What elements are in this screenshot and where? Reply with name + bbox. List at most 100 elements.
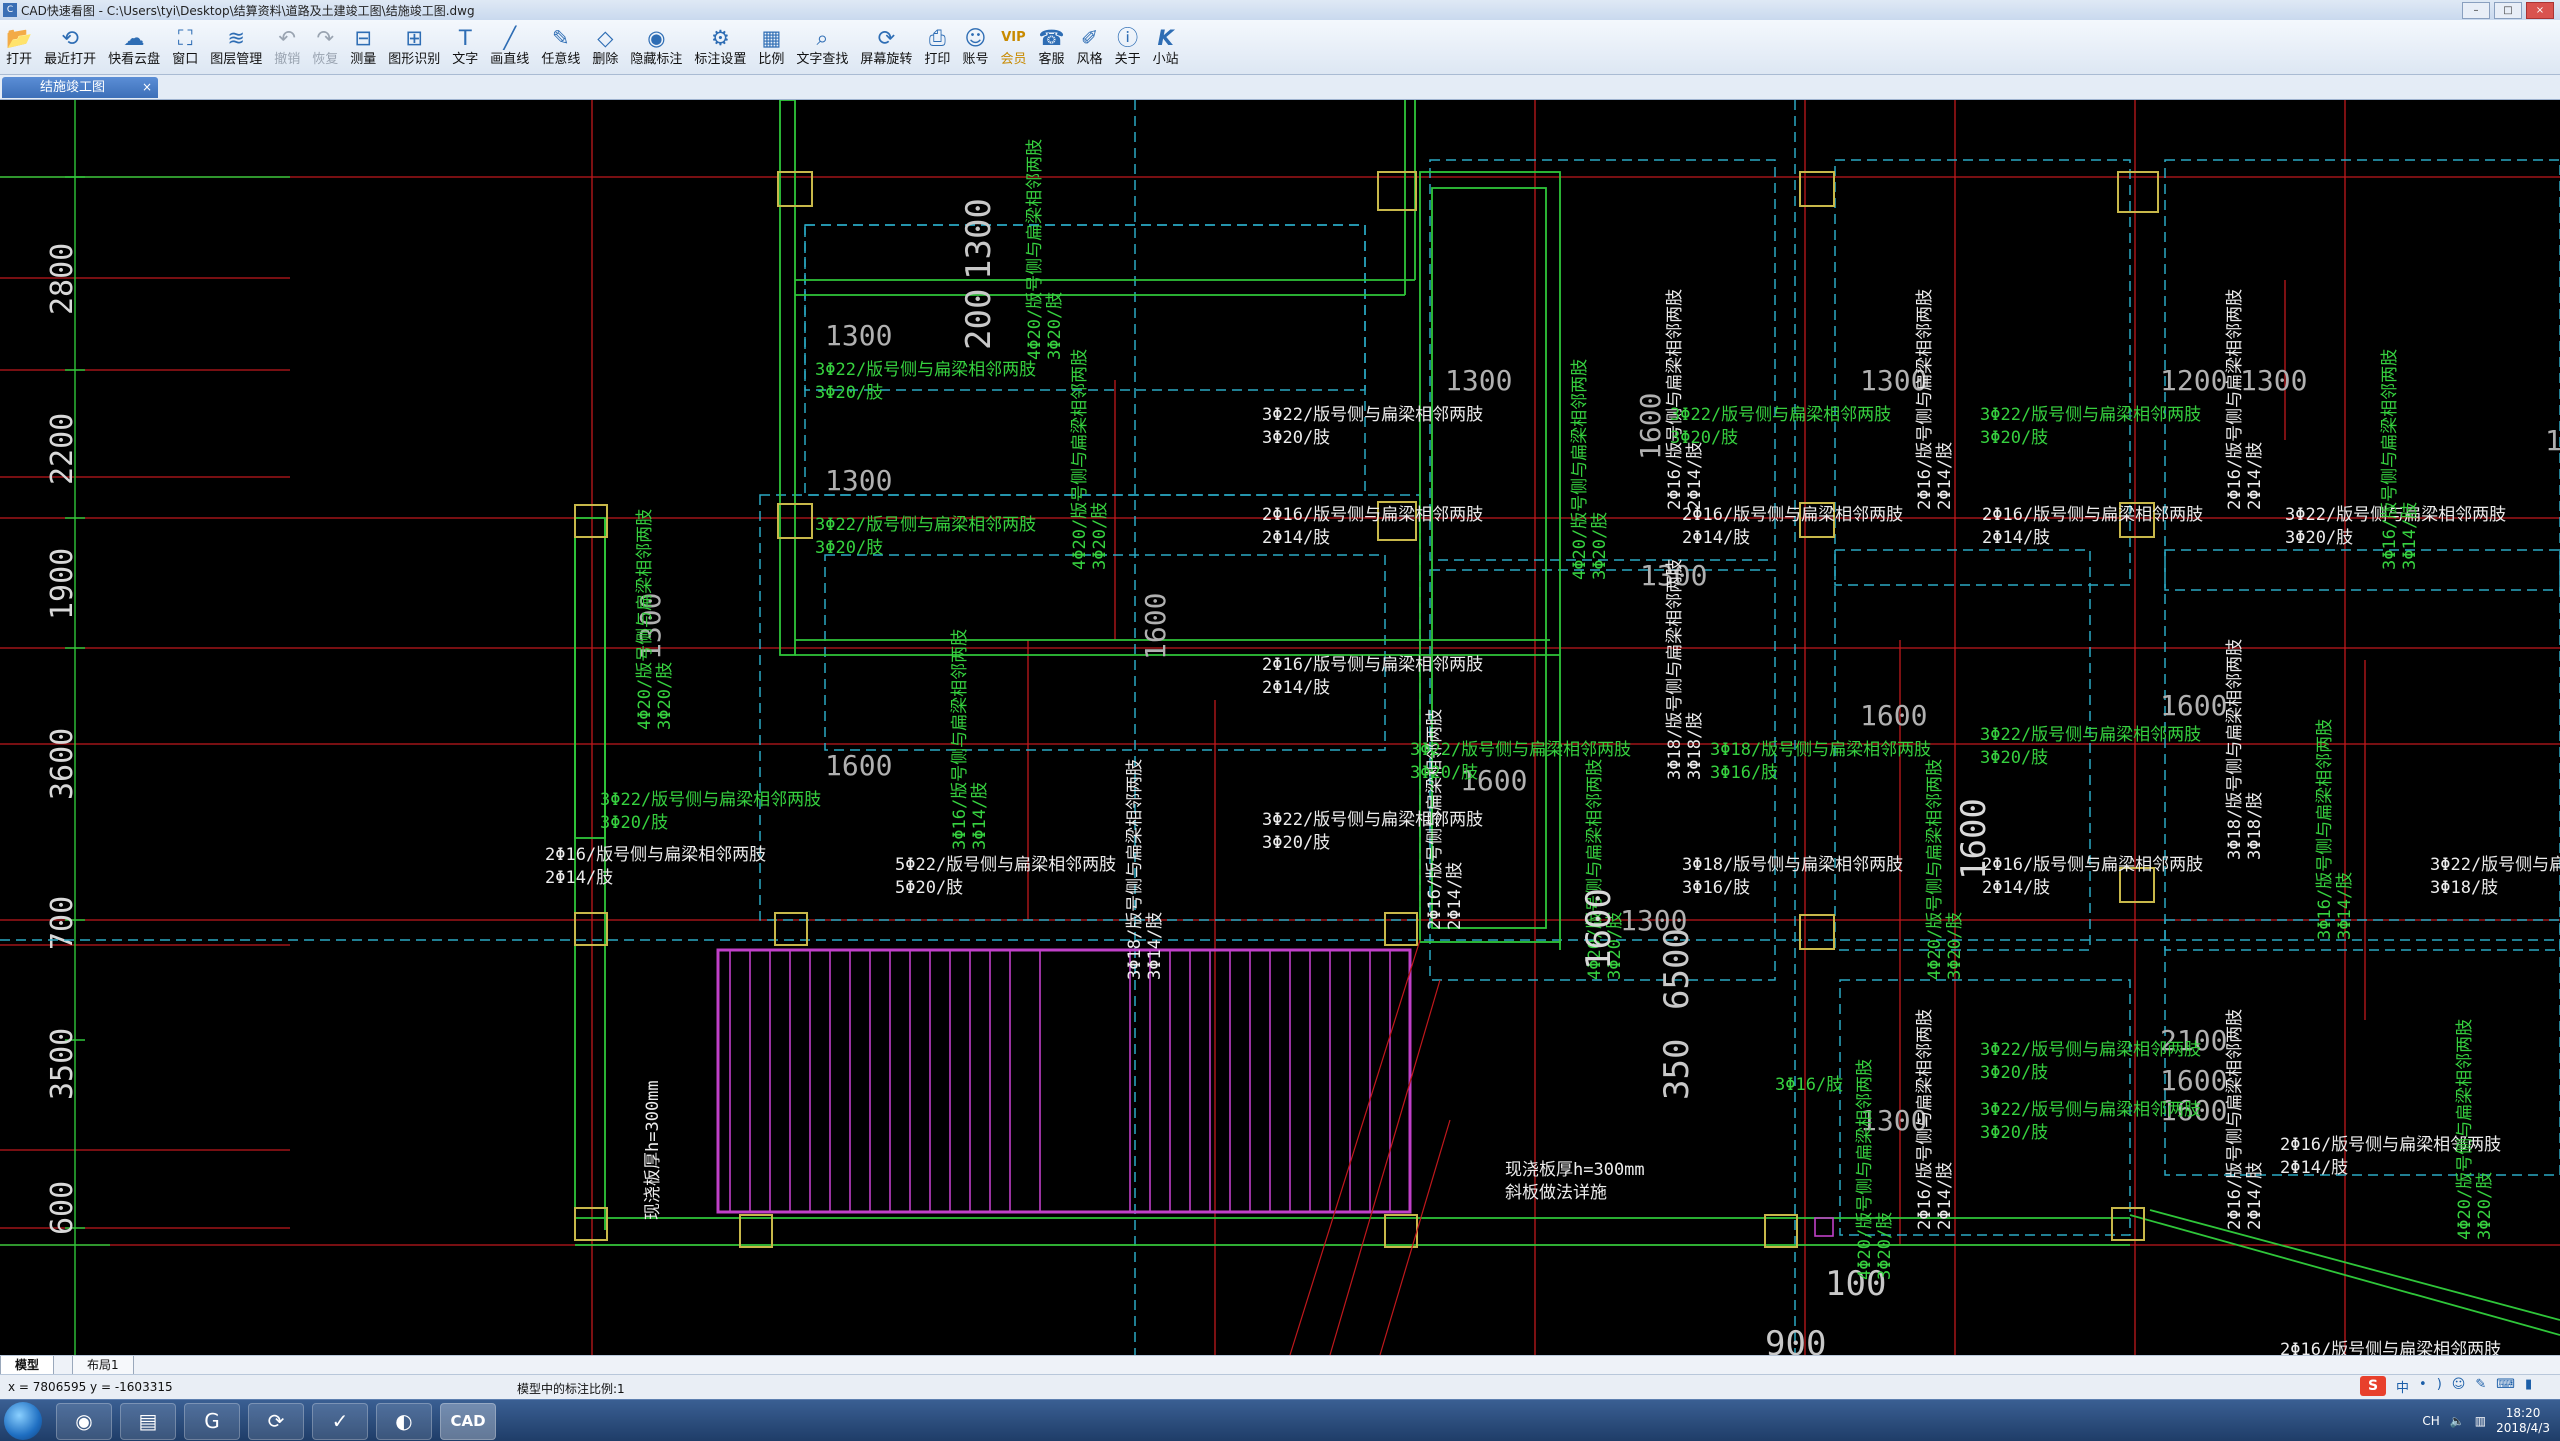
volume-icon[interactable]: 🔈 xyxy=(2450,1414,2465,1428)
redo-button[interactable]: ↷ 恢复 xyxy=(306,20,344,70)
status-bar: x = 7806595 y = -1603315 模型中的标注比例:1 xyxy=(0,1374,2560,1399)
delete-button[interactable]: ◇ 删除 xyxy=(586,20,624,70)
line-button[interactable]: ╱ 画直线 xyxy=(484,20,535,70)
svg-text:2Φ16/版号侧与扁梁相邻两肢: 2Φ16/版号侧与扁梁相邻两肢 xyxy=(1982,505,2203,525)
svg-text:3Φ20/肢: 3Φ20/肢 xyxy=(1945,912,1965,980)
layer-manager-button[interactable]: ≋ 图层管理 xyxy=(204,20,268,70)
window-button[interactable]: ⛶ 窗口 xyxy=(166,20,204,70)
dim-3500: 3500 xyxy=(45,1028,80,1100)
start-button[interactable] xyxy=(4,1402,42,1440)
sogou-ime-icon[interactable]: S xyxy=(2360,1376,2386,1396)
brush-icon: ✐ xyxy=(1080,26,1099,50)
svg-text:现浇板厚h=300mm: 现浇板厚h=300mm xyxy=(1505,1160,1645,1180)
svg-text:1600: 1600 xyxy=(1579,888,1619,970)
language-indicator[interactable]: CH xyxy=(2422,1414,2439,1428)
taskbar-360-icon[interactable]: ⟳ xyxy=(248,1403,304,1440)
shape-recognition-button[interactable]: ⊞ 图形识别 xyxy=(382,20,446,70)
ime-punct-icon[interactable]: • xyxy=(2419,1377,2427,1396)
text-button[interactable]: T 文字 xyxy=(446,20,484,70)
vip-button[interactable]: VIP 会员 xyxy=(994,20,1032,70)
shape-icon: ⊞ xyxy=(405,26,424,50)
svg-text:3Φ22/版号侧与扁梁相邻两肢: 3Φ22/版号侧与扁梁相邻两肢 xyxy=(1670,405,1891,425)
drawing-canvas[interactable]: 2800 2200 1900 3600 700 3500 600 1300 13… xyxy=(0,100,2560,1355)
site-button[interactable]: K 小站 xyxy=(1147,20,1185,70)
open-button[interactable]: 📂 打开 xyxy=(0,20,38,70)
support-button[interactable]: ☎ 客服 xyxy=(1032,20,1070,70)
k-logo-icon: K xyxy=(1157,26,1174,50)
tab-structural-drawing[interactable]: 结施竣工图 × xyxy=(2,77,158,98)
taskbar-app-k-icon[interactable]: ✓ xyxy=(312,1403,368,1440)
ime-keyboard-icon[interactable]: ⌨ xyxy=(2496,1377,2515,1396)
svg-text:3Φ20/肢: 3Φ20/肢 xyxy=(815,383,883,403)
svg-text:3Φ18/肢: 3Φ18/肢 xyxy=(2245,792,2265,860)
recent-button[interactable]: ⟲ 最近打开 xyxy=(38,20,102,70)
undo-icon: ↶ xyxy=(278,26,297,50)
svg-text:3Φ20/肢: 3Φ20/肢 xyxy=(1980,1123,2048,1143)
ime-emoji-icon[interactable]: ☺ xyxy=(2452,1377,2466,1396)
svg-text:3Φ20/肢: 3Φ20/肢 xyxy=(815,538,883,558)
close-tab-icon[interactable]: × xyxy=(142,77,152,98)
dim-2200: 2200 xyxy=(45,413,80,485)
svg-text:1300: 1300 xyxy=(959,198,999,280)
ime-width-icon[interactable]: ) xyxy=(2437,1377,2442,1396)
svg-text:2Φ14/肢: 2Φ14/肢 xyxy=(1685,442,1705,510)
svg-text:3Φ18/版号侧与扁梁相邻两肢: 3Φ18/版号侧与扁梁相邻两肢 xyxy=(1682,855,1903,875)
svg-text:3Φ20/肢: 3Φ20/肢 xyxy=(1980,748,2048,768)
cloud-button[interactable]: ☁ 快看云盘 xyxy=(102,20,166,70)
print-button[interactable]: ⎙ 打印 xyxy=(918,20,956,70)
headset-icon: ☎ xyxy=(1038,26,1065,50)
dim-2800: 2800 xyxy=(45,243,80,315)
freehand-button[interactable]: ✎ 任意线 xyxy=(535,20,586,70)
close-button[interactable]: × xyxy=(2526,2,2554,19)
printer-icon: ⎙ xyxy=(929,26,946,50)
clock[interactable]: 18:20 2018/4/3 xyxy=(2496,1406,2550,1436)
svg-text:3Φ22/版号侧与扁梁相邻两肢: 3Φ22/版号侧与扁梁相邻两肢 xyxy=(1980,725,2201,745)
svg-text:3Φ20/肢: 3Φ20/肢 xyxy=(1262,833,1330,853)
svg-text:3Φ20/肢: 3Φ20/肢 xyxy=(1262,428,1330,448)
text-icon: T xyxy=(458,26,472,50)
title-bar: C CAD快速看图 - C:\Users\tyi\Desktop\结算资料\道路… xyxy=(0,0,2560,21)
undo-button[interactable]: ↶ 撤销 xyxy=(268,20,306,70)
account-button[interactable]: ☺ 账号 xyxy=(956,20,994,70)
pencil-icon: ✎ xyxy=(552,26,570,50)
svg-text:3Φ20/肢: 3Φ20/肢 xyxy=(1980,428,2048,448)
tab-layout1[interactable]: 布局1 xyxy=(72,1356,134,1375)
style-button[interactable]: ✐ 风格 xyxy=(1071,20,1109,70)
svg-text:3Φ16/版号侧与扁梁相邻两肢: 3Φ16/版号侧与扁梁相邻两肢 xyxy=(2380,349,2400,570)
scale-button[interactable]: ▦ 比例 xyxy=(752,20,790,70)
measure-button[interactable]: ⊟ 测量 xyxy=(344,20,382,70)
svg-text:2Φ16/版号侧与扁梁相邻两肢: 2Φ16/版号侧与扁梁相邻两肢 xyxy=(2225,1009,2245,1230)
ime-pen-icon[interactable]: ✎ xyxy=(2475,1377,2486,1396)
scale-icon: ▦ xyxy=(761,26,782,50)
maximize-button[interactable]: □ xyxy=(2494,2,2522,19)
hide-annotation-button[interactable]: ◉ 隐藏标注 xyxy=(624,20,688,70)
svg-text:3Φ20/肢: 3Φ20/肢 xyxy=(1045,292,1065,360)
text-search-button[interactable]: ⌕ 文字查找 xyxy=(790,20,854,70)
svg-text:2Φ16/版号侧与扁梁相邻两肢: 2Φ16/版号侧与扁梁相邻两肢 xyxy=(1915,1009,1935,1230)
svg-text:3Φ20/肢: 3Φ20/肢 xyxy=(1875,1212,1895,1280)
cloud-icon: ☁ xyxy=(123,26,145,50)
ime-chinese-toggle[interactable]: 中 xyxy=(2396,1377,2409,1396)
svg-text:3Φ22/版号侧与扁梁相邻两肢: 3Φ22/版号侧与扁梁相邻两肢 xyxy=(1262,810,1483,830)
svg-text:3Φ18/版号侧与扁梁相邻两肢: 3Φ18/版号侧与扁梁相邻两肢 xyxy=(1665,559,1685,780)
svg-text:3Φ20/肢: 3Φ20/肢 xyxy=(600,813,668,833)
svg-text:3Φ22/版号侧与扁梁相邻两肢: 3Φ22/版号侧与扁梁相邻两肢 xyxy=(600,790,821,810)
taskbar-chrome-icon[interactable]: ◉ xyxy=(56,1403,112,1440)
tab-model[interactable]: 模型 xyxy=(0,1356,55,1375)
svg-text:4Φ20/版号侧与扁梁相邻两肢: 4Φ20/版号侧与扁梁相邻两肢 xyxy=(2455,1019,2475,1240)
user-icon: ☺ xyxy=(964,26,987,50)
windows-taskbar: ◉ ▤ G ⟳ ✓ ◐ CAD CH 🔈 ▥ 18:20 2018/4/3 xyxy=(0,1399,2560,1441)
taskbar-explorer-icon[interactable]: ▤ xyxy=(120,1403,176,1440)
annotation-settings-button[interactable]: ⚙ 标注设置 xyxy=(688,20,752,70)
svg-text:2Φ14/肢: 2Φ14/肢 xyxy=(2245,442,2265,510)
network-icon[interactable]: ▥ xyxy=(2475,1414,2486,1428)
svg-text:2Φ14/肢: 2Φ14/肢 xyxy=(1982,528,2050,548)
taskbar-app-g-icon[interactable]: G xyxy=(184,1403,240,1440)
taskbar-app-s-icon[interactable]: ◐ xyxy=(376,1403,432,1440)
rotate-screen-button[interactable]: ⟳ 屏幕旋转 xyxy=(854,20,918,70)
minimize-button[interactable]: – xyxy=(2462,2,2490,19)
ime-menu-icon[interactable]: ▮ xyxy=(2525,1377,2532,1396)
taskbar-cad-icon[interactable]: CAD xyxy=(440,1403,496,1440)
svg-text:1600: 1600 xyxy=(1860,699,1927,732)
about-button[interactable]: ⓘ 关于 xyxy=(1109,20,1147,70)
